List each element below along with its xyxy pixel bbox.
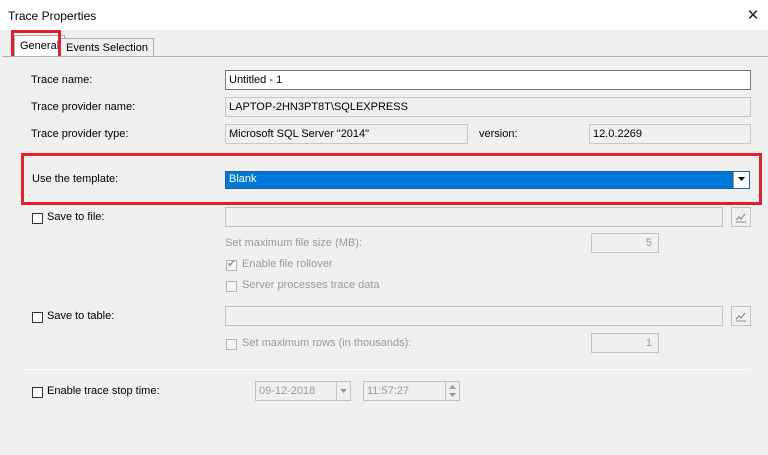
template-select[interactable]: Blank <box>225 171 750 189</box>
title-bar: Trace Properties ✕ <box>0 0 768 30</box>
max-rows-input[interactable]: 1 <box>591 333 659 353</box>
tab-events-selection[interactable]: Events Selection <box>60 38 154 57</box>
enable-rollover-label: Enable file rollover <box>242 258 333 270</box>
stop-time-label: Enable trace stop time: <box>47 385 160 397</box>
save-to-file-label: Save to file: <box>47 211 105 223</box>
save-to-table-input[interactable] <box>225 306 723 326</box>
trace-name-label: Trace name: <box>31 74 93 86</box>
stop-date-value: 09-12-2018 <box>259 385 316 397</box>
close-button[interactable]: ✕ <box>742 6 764 26</box>
stop-time-spinner[interactable] <box>445 382 459 400</box>
dialog-body: General Events Selection Trace name: Unt… <box>0 30 768 455</box>
provider-type-label: Trace provider type: <box>31 128 129 140</box>
server-processes-label: Server processes trace data <box>242 279 380 291</box>
stop-date-dropdown[interactable] <box>336 382 350 400</box>
provider-name-label: Trace provider name: <box>31 101 136 113</box>
max-rows-checkbox[interactable] <box>226 339 237 350</box>
save-to-file-browse-button[interactable] <box>731 207 751 227</box>
server-processes-checkbox[interactable] <box>226 281 237 292</box>
checkmark-icon: ✔ <box>227 258 237 270</box>
save-to-table-label: Save to table: <box>47 310 115 322</box>
version-label: version: <box>479 128 518 140</box>
template-select-value: Blank <box>229 173 257 185</box>
max-file-size-input[interactable]: 5 <box>591 233 659 253</box>
enable-rollover-checkbox[interactable]: ✔ <box>226 258 237 271</box>
spin-up-icon <box>449 385 456 397</box>
version-field: 12.0.2269 <box>589 124 751 144</box>
stop-time-checkbox[interactable] <box>32 387 43 398</box>
save-to-file-checkbox[interactable] <box>32 213 43 224</box>
browse-icon <box>735 312 746 322</box>
browse-icon <box>735 213 746 223</box>
close-icon: ✕ <box>746 7 760 24</box>
provider-type-field: Microsoft SQL Server "2014" <box>225 124 468 144</box>
max-rows-label: Set maximum rows (in thousands): <box>242 337 412 349</box>
max-file-size-label: Set maximum file size (MB): <box>225 237 362 249</box>
stop-date-picker[interactable]: 09-12-2018 <box>255 381 351 401</box>
save-to-table-checkbox[interactable] <box>32 312 43 323</box>
section-divider <box>22 369 749 370</box>
tab-events-selection-label: Events Selection <box>66 42 148 54</box>
chevron-down-icon <box>340 389 347 393</box>
chevron-down-icon <box>738 177 745 181</box>
stop-time-picker[interactable]: 11:57:27 <box>363 381 460 401</box>
provider-name-field: LAPTOP-2HN3PT8T\SQLEXPRESS <box>225 97 751 117</box>
trace-name-input[interactable]: Untitled - 1 <box>225 70 751 90</box>
save-to-file-path-input[interactable] <box>225 207 723 227</box>
save-to-table-browse-button[interactable] <box>731 306 751 326</box>
general-panel: Trace name: Untitled - 1 Trace provider … <box>2 56 768 455</box>
template-dropdown-button[interactable] <box>733 172 749 188</box>
window-title: Trace Properties <box>8 9 97 23</box>
stop-time-value: 11:57:27 <box>367 385 410 397</box>
